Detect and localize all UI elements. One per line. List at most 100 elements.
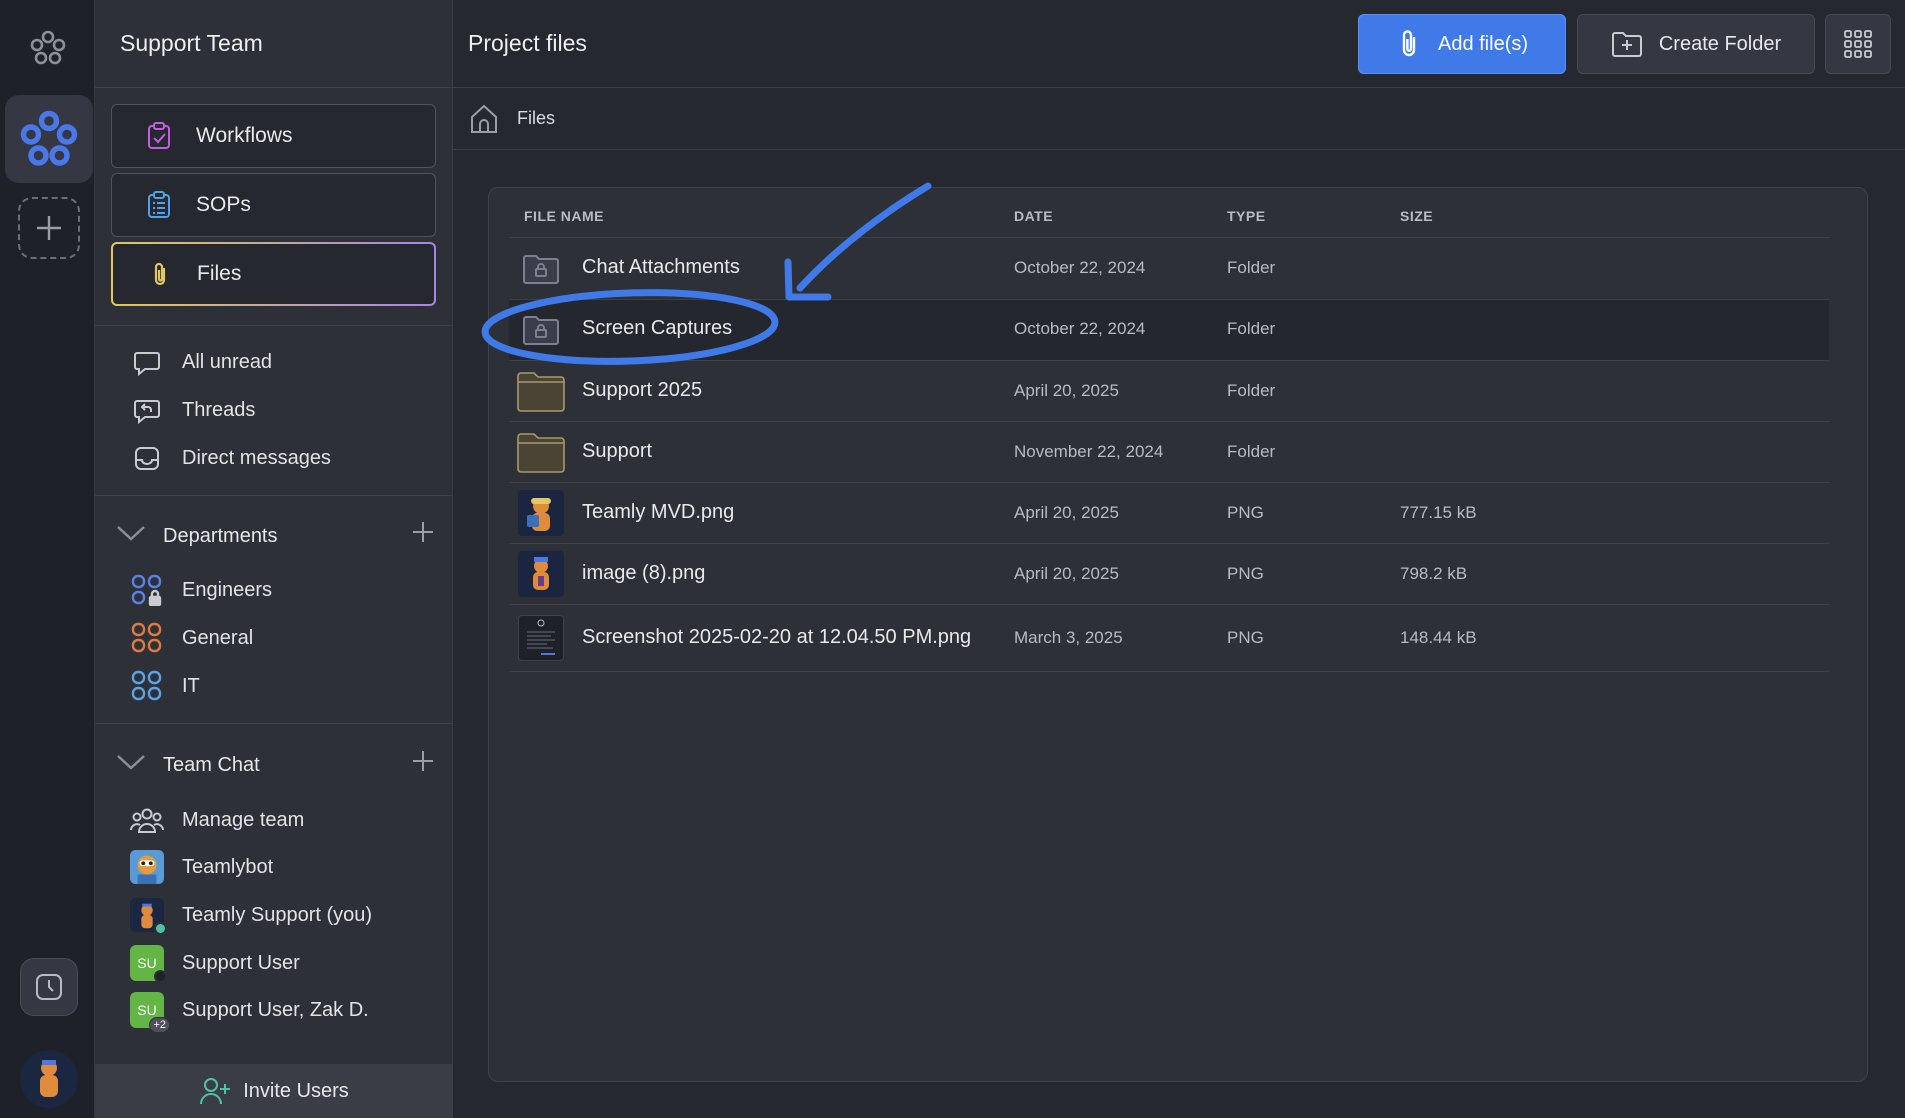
- top-bar: Project files Add file(s) Create Folder: [453, 0, 1905, 88]
- clipboard-check-icon: [142, 119, 176, 153]
- all-unread-item[interactable]: All unread: [130, 342, 272, 382]
- add-department-icon[interactable]: [411, 520, 435, 550]
- file-name[interactable]: Screen Captures: [582, 317, 732, 340]
- grid-view-icon[interactable]: [1825, 14, 1891, 74]
- column-file-name[interactable]: FILE NAME: [524, 208, 604, 224]
- add-chat-icon[interactable]: [411, 749, 435, 779]
- table-row[interactable]: Screenshot 2025-02-20 at 12.04.50 PM.png…: [509, 605, 1829, 672]
- file-name[interactable]: Support: [582, 440, 652, 463]
- workflows-button[interactable]: Workflows: [111, 104, 436, 168]
- file-type: Folder: [1227, 442, 1276, 461]
- workspace-support-team-icon[interactable]: [5, 95, 93, 183]
- it-label: IT: [182, 674, 200, 697]
- teamly-logo-icon[interactable]: [22, 22, 74, 74]
- table-row[interactable]: Support 2025 April 20, 2025 Folder: [509, 361, 1829, 422]
- department-item-engineers[interactable]: Engineers: [130, 570, 272, 610]
- screenshot-icon: [518, 615, 564, 661]
- threads-icon: [130, 393, 164, 427]
- file-size: 798.2 kB: [1400, 564, 1468, 583]
- files-table: FILE NAME DATE TYPE SIZE Chat Attachment…: [488, 187, 1868, 1082]
- paperclip-icon: [143, 257, 177, 291]
- team-chat-title: Team Chat: [163, 753, 260, 776]
- sidebar: Support Team Workflows SOPs Files All un…: [95, 0, 453, 1118]
- breadcrumb-files[interactable]: Files: [517, 108, 555, 129]
- chat-item-teamly-support[interactable]: Teamly Support (you): [130, 895, 372, 935]
- file-type: PNG: [1227, 564, 1264, 583]
- image-icon: [518, 551, 564, 597]
- home-icon[interactable]: [469, 103, 499, 135]
- threads-item[interactable]: Threads: [130, 390, 255, 430]
- clock-icon[interactable]: [20, 958, 78, 1016]
- file-name[interactable]: Chat Attachments: [582, 256, 740, 279]
- create-folder-button[interactable]: Create Folder: [1577, 14, 1815, 74]
- direct-messages-item[interactable]: Direct messages: [130, 438, 331, 478]
- folder-icon: [517, 429, 565, 475]
- channel-icon: [130, 621, 164, 655]
- file-type: PNG: [1227, 503, 1264, 522]
- add-workspace-button[interactable]: [18, 197, 80, 259]
- locked-channel-icon: [130, 573, 164, 607]
- user-avatar[interactable]: [20, 1050, 78, 1108]
- sops-button[interactable]: SOPs: [111, 173, 436, 237]
- file-name[interactable]: Support 2025: [582, 379, 702, 402]
- file-name[interactable]: image (8).png: [582, 562, 705, 585]
- table-row[interactable]: Support November 22, 2024 Folder: [509, 422, 1829, 483]
- image-thumbnail: [517, 551, 565, 597]
- folder-icon: [517, 368, 565, 414]
- group-label: Support User, Zak D.: [182, 998, 369, 1021]
- group-count-badge: +2: [149, 1017, 170, 1033]
- chat-item-group[interactable]: SU +2 Support User, Zak D.: [130, 990, 369, 1033]
- invite-users-button[interactable]: Invite Users: [95, 1064, 453, 1118]
- file-name[interactable]: Teamly MVD.png: [582, 501, 734, 524]
- divider: [95, 723, 453, 724]
- file-date: November 22, 2024: [1014, 442, 1164, 461]
- screenshot-thumbnail: [517, 615, 565, 661]
- add-files-label: Add file(s): [1437, 32, 1529, 55]
- file-size: 148.44 kB: [1400, 628, 1477, 647]
- channel-icon: [130, 669, 164, 703]
- clipboard-list-icon: [142, 188, 176, 222]
- table-row[interactable]: Screen Captures October 22, 2024 Folder: [509, 300, 1829, 361]
- department-item-general[interactable]: General: [130, 618, 253, 658]
- chat-item-teamlybot[interactable]: Teamlybot: [130, 847, 273, 887]
- table-row[interactable]: Teamly MVD.png April 20, 2025 PNG 777.15…: [509, 483, 1829, 544]
- main-content: Project files Add file(s) Create Folder …: [453, 0, 1905, 1118]
- team-icon: [130, 803, 164, 837]
- file-date: October 22, 2024: [1014, 258, 1146, 277]
- page-title: Project files: [468, 30, 587, 56]
- team-name: Support Team: [95, 0, 452, 88]
- add-files-button[interactable]: Add file(s): [1358, 14, 1566, 74]
- chevron-down-icon[interactable]: [115, 752, 149, 778]
- file-type: Folder: [1227, 319, 1276, 338]
- departments-section[interactable]: Departments: [115, 516, 435, 556]
- manage-team-label: Manage team: [182, 808, 305, 831]
- breadcrumb: Files: [453, 88, 1905, 150]
- table-row[interactable]: image (8).png April 20, 2025 PNG 798.2 k…: [509, 544, 1829, 605]
- file-date: April 20, 2025: [1014, 503, 1119, 522]
- files-button[interactable]: Files: [111, 242, 436, 306]
- chat-item-support-user[interactable]: SU Support User: [130, 943, 300, 983]
- chevron-down-icon[interactable]: [115, 523, 149, 549]
- files-label: Files: [197, 262, 242, 285]
- department-item-it[interactable]: IT: [130, 666, 200, 706]
- online-status-dot: [154, 922, 167, 935]
- file-type: Folder: [1227, 381, 1276, 400]
- departments-title: Departments: [163, 524, 278, 547]
- teamly-support-avatar: [130, 898, 167, 935]
- file-date: October 22, 2024: [1014, 319, 1146, 338]
- column-size[interactable]: SIZE: [1400, 208, 1433, 224]
- file-type: Folder: [1227, 258, 1276, 277]
- table-row[interactable]: Chat Attachments October 22, 2024 Folder: [509, 239, 1829, 300]
- locked-folder-icon: [517, 307, 565, 353]
- file-name[interactable]: Screenshot 2025-02-20 at 12.04.50 PM.png: [582, 626, 971, 649]
- divider: [95, 495, 453, 496]
- image-icon: [518, 490, 564, 536]
- column-type[interactable]: TYPE: [1227, 208, 1266, 224]
- workspace-rail: [0, 0, 95, 1118]
- team-chat-section[interactable]: Team Chat: [115, 745, 435, 785]
- support-user-label: Support User: [182, 951, 300, 974]
- direct-messages-label: Direct messages: [182, 446, 331, 469]
- column-date[interactable]: DATE: [1014, 208, 1053, 224]
- manage-team-item[interactable]: Manage team: [130, 800, 304, 840]
- table-header: FILE NAME DATE TYPE SIZE: [509, 188, 1829, 238]
